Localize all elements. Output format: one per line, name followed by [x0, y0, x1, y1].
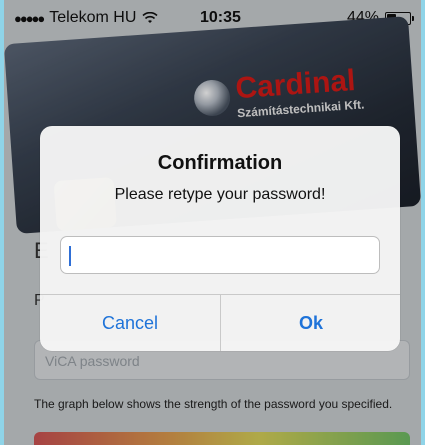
cancel-button[interactable]: Cancel — [40, 295, 220, 351]
text-caret — [69, 246, 71, 266]
dialog-title: Confirmation — [157, 152, 283, 174]
ok-button[interactable]: Ok — [221, 295, 400, 351]
dialog-message: Please retype your password! — [114, 186, 326, 203]
retype-password-input[interactable] — [60, 236, 380, 274]
confirmation-dialog: Confirmation Please retype your password… — [40, 126, 400, 351]
